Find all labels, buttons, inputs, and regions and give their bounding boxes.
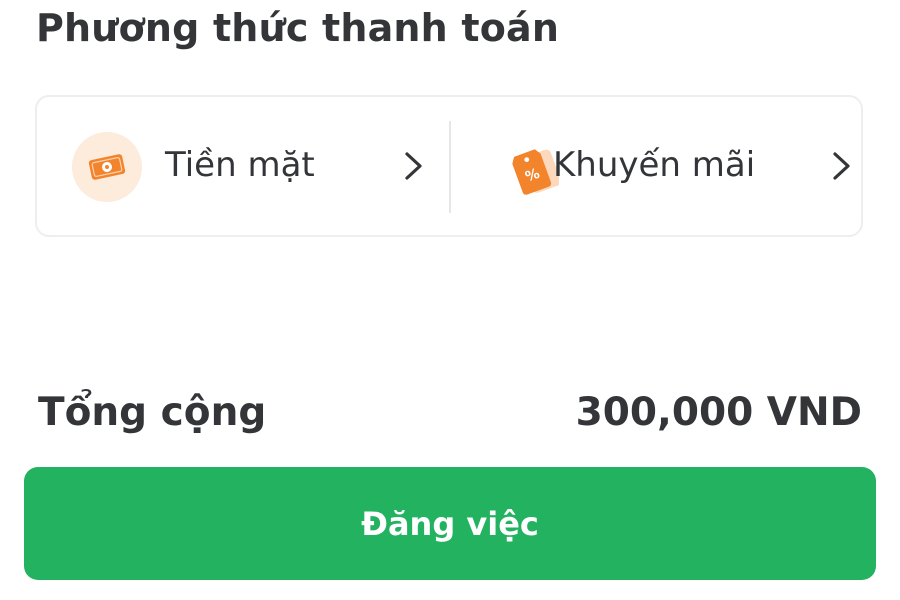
chevron-right-icon xyxy=(833,152,850,180)
discount-tag-icon: % xyxy=(512,149,559,195)
total-label: Tổng cộng xyxy=(38,390,267,435)
post-job-button[interactable]: Đăng việc xyxy=(24,467,876,580)
total-amount: 300,000 VND xyxy=(575,390,862,435)
cash-icon xyxy=(88,154,126,180)
payment-options-card: Tiền mặt % Khuyến mãi xyxy=(35,95,863,237)
chevron-right-icon xyxy=(405,152,422,180)
promotion-option-label: Khuyến mãi xyxy=(553,145,756,185)
payment-screen: Phương thức thanh toán Tiền mặt % Khuyến… xyxy=(0,0,900,600)
cash-icon-badge xyxy=(72,132,142,202)
payment-method-title: Phương thức thanh toán xyxy=(36,6,560,50)
cash-payment-option[interactable]: Tiền mặt xyxy=(37,97,449,235)
cash-option-label: Tiền mặt xyxy=(165,145,315,185)
promotion-option[interactable]: % Khuyến mãi xyxy=(451,97,861,235)
